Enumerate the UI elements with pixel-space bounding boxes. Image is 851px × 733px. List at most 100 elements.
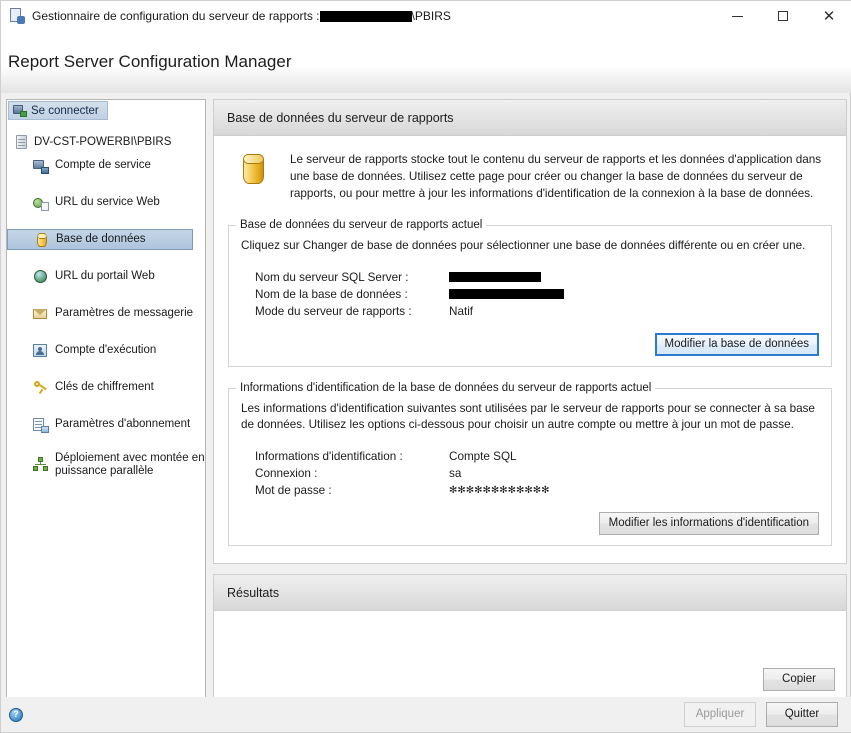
- window-controls: ✕: [714, 1, 851, 31]
- sidebar-item-label: URL du portail Web: [55, 269, 155, 282]
- connect-icon: [13, 104, 27, 117]
- results-panel-title: Résultats: [227, 585, 280, 600]
- results-panel-header: Résultats: [214, 575, 846, 611]
- server-icon: [16, 135, 27, 149]
- sidebar-item-service-account[interactable]: Compte de service: [20, 155, 206, 176]
- current-database-actions: Modifier la base de données: [241, 332, 819, 356]
- intro-section: Le serveur de rapports stocke tout le co…: [214, 136, 846, 209]
- sidebar-item-label: Déploiement avec montée en puissance par…: [55, 451, 205, 477]
- field-label: Mode du serveur de rapports :: [255, 304, 412, 318]
- app-header: Report Server Configuration Manager: [1, 31, 851, 93]
- window-title-prefix: Gestionnaire de configuration du serveur…: [32, 9, 320, 23]
- field-label: Connexion :: [255, 467, 318, 481]
- connect-button[interactable]: Se connecter: [8, 101, 108, 120]
- apply-button[interactable]: Appliquer: [684, 702, 756, 727]
- sidebar-item-label: Clés de chiffrement: [55, 380, 154, 393]
- tree-root-node[interactable]: DV-CST-POWERBI\PBIRS: [16, 135, 171, 149]
- maximize-icon: [778, 11, 788, 21]
- field-value: Compte SQL: [449, 450, 517, 464]
- sidebar-item-web-service-url[interactable]: URL du service Web: [20, 192, 206, 213]
- field-row-password: Mot de passe : ✻✻✻✻✻✻✻✻✻✻✻✻: [241, 482, 819, 499]
- tree-root-label: DV-CST-POWERBI\PBIRS: [34, 136, 172, 148]
- subscription-settings-icon: [33, 417, 49, 433]
- help-icon[interactable]: ?: [9, 707, 23, 722]
- database-cylinder-icon: [239, 154, 269, 188]
- field-row-database-name: Nom de la base de données :: [241, 286, 819, 303]
- copy-button[interactable]: Copier: [763, 668, 835, 691]
- sidebar-item-encryption-keys[interactable]: Clés de chiffrement: [20, 377, 206, 398]
- service-account-icon: [33, 158, 49, 174]
- field-row-sql-server-name: Nom du serveur SQL Server :: [241, 269, 819, 286]
- field-value: [449, 289, 819, 300]
- sidebar-item-label: Compte de service: [55, 158, 151, 171]
- main-content-panel: Base de données du serveur de rapports L…: [213, 99, 847, 564]
- web-service-url-icon: [33, 195, 49, 211]
- current-database-description: Cliquez sur Changer de base de données p…: [241, 238, 806, 252]
- field-value: [449, 272, 819, 283]
- sidebar: Se connecter DV-CST-POWERBI\PBIRS Compte…: [6, 99, 206, 699]
- database-credentials-description: Les informations d'identification suivan…: [241, 401, 815, 432]
- bottom-bar-actions: Appliquer Quitter: [684, 702, 838, 727]
- database-name-redaction: [449, 289, 564, 300]
- window-title: Gestionnaire de configuration du serveur…: [32, 9, 451, 23]
- results-actions: Copier: [763, 668, 835, 691]
- sidebar-item-database[interactable]: Base de données: [7, 229, 193, 250]
- database-credentials-group-title: Informations d'identification de la base…: [236, 381, 656, 394]
- sidebar-item-label: Paramètres d'abonnement: [55, 417, 191, 430]
- field-row-credentials-type: Informations d'identification : Compte S…: [241, 448, 819, 465]
- connect-button-label: Se connecter: [31, 104, 99, 117]
- title-bar: Gestionnaire de configuration du serveur…: [1, 1, 851, 31]
- sidebar-item-label: URL du service Web: [55, 195, 160, 208]
- current-database-fields: Nom du serveur SQL Server : Nom de la ba…: [241, 269, 819, 320]
- maximize-button[interactable]: [760, 1, 806, 31]
- minimize-button[interactable]: [714, 1, 760, 31]
- sidebar-item-label: Compte d'exécution: [55, 343, 157, 356]
- field-row-login: Connexion : sa: [241, 465, 819, 482]
- field-label: Nom du serveur SQL Server :: [255, 270, 409, 284]
- email-settings-icon: [33, 306, 49, 322]
- main-panel-title: Base de données du serveur de rapports: [227, 110, 454, 125]
- field-value: ✻✻✻✻✻✻✻✻✻✻✻✻: [449, 485, 550, 497]
- encryption-keys-icon: [33, 380, 49, 396]
- database-credentials-fields: Informations d'identification : Compte S…: [241, 448, 819, 499]
- results-output-area: Copier: [214, 611, 846, 699]
- sidebar-item-subscription-settings[interactable]: Paramètres d'abonnement: [20, 414, 206, 435]
- sidebar-item-label: Base de données: [56, 232, 146, 245]
- field-label: Nom de la base de données :: [255, 287, 408, 301]
- bottom-bar: ? Appliquer Quitter: [1, 697, 851, 732]
- minimize-icon: [731, 15, 743, 17]
- sidebar-nav-list: Compte de service URL du service Web Bas…: [7, 155, 206, 495]
- window-title-redaction: [319, 10, 412, 22]
- web-portal-url-icon: [33, 269, 49, 285]
- page-title: Report Server Configuration Manager: [8, 52, 292, 71]
- quit-button[interactable]: Quitter: [766, 702, 838, 727]
- sidebar-item-label: Paramètres de messagerie: [55, 306, 194, 319]
- close-button[interactable]: ✕: [806, 1, 851, 31]
- field-label: Informations d'identification :: [255, 450, 403, 464]
- close-icon: ✕: [822, 7, 836, 25]
- window-title-suffix: \PBIRS: [411, 9, 451, 23]
- execution-account-icon: [33, 343, 49, 359]
- sql-server-name-redaction: [449, 272, 541, 283]
- change-credentials-button[interactable]: Modifier les informations d'identificati…: [598, 512, 819, 536]
- database-credentials-actions: Modifier les informations d'identificati…: [241, 512, 819, 536]
- sidebar-item-email-settings[interactable]: Paramètres de messagerie: [20, 303, 206, 324]
- sidebar-item-web-portal-url[interactable]: URL du portail Web: [20, 266, 206, 287]
- current-database-group: Base de données du serveur de rapports a…: [228, 218, 832, 367]
- field-value: Natif: [449, 304, 474, 318]
- current-database-group-title: Base de données du serveur de rapports a…: [236, 218, 487, 231]
- field-label: Mot de passe :: [255, 484, 332, 498]
- change-database-button[interactable]: Modifier la base de données: [654, 332, 819, 356]
- field-row-report-server-mode: Mode du serveur de rapports : Natif: [241, 303, 819, 320]
- main-panel-header: Base de données du serveur de rapports: [214, 100, 846, 136]
- report-server-icon: [9, 8, 25, 24]
- intro-text: Le serveur de rapports stocke tout le co…: [290, 153, 822, 200]
- application-window: Gestionnaire de configuration du serveur…: [0, 0, 851, 733]
- database-icon: [34, 232, 50, 248]
- scale-out-deployment-icon: [33, 457, 49, 473]
- sidebar-item-scale-out-deployment[interactable]: Déploiement avec montée en puissance par…: [20, 451, 206, 479]
- sidebar-item-execution-account[interactable]: Compte d'exécution: [20, 340, 206, 361]
- results-panel: Résultats Copier: [213, 574, 847, 699]
- database-credentials-group: Informations d'identification de la base…: [228, 381, 832, 547]
- field-value: sa: [449, 467, 462, 481]
